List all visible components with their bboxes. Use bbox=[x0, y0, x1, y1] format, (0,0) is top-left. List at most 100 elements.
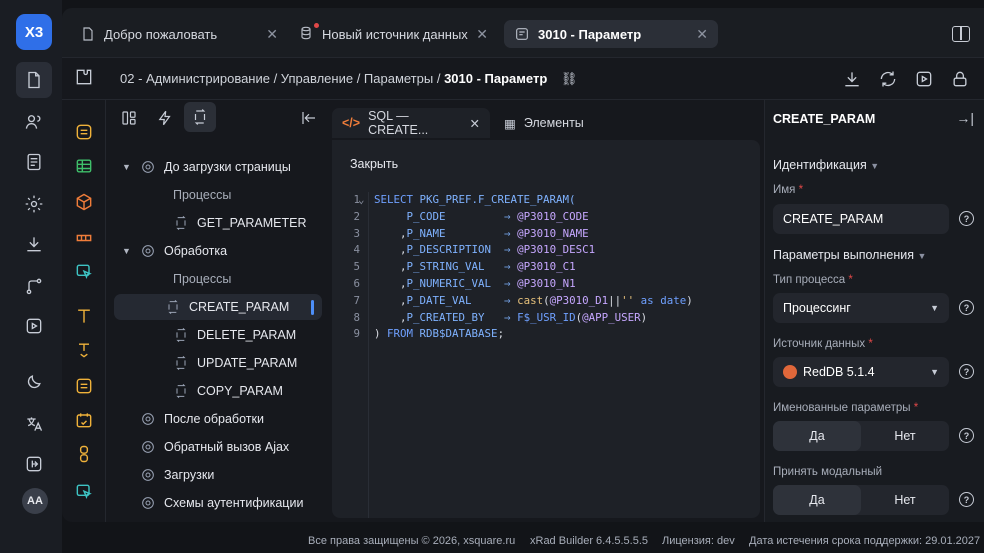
help-icon[interactable]: ? bbox=[959, 211, 974, 226]
datasource-select[interactable]: RedDB 5.1.4 ▼ bbox=[773, 357, 949, 387]
tree-node-update-param[interactable]: UPDATE_PARAM bbox=[173, 350, 297, 376]
breadcrumb-path[interactable]: 02 - Администрирование / Управление / Па… bbox=[120, 71, 444, 86]
status-footer: Все права защищены © 2026, xsquare.ru xR… bbox=[0, 522, 984, 553]
collapse-right-icon[interactable]: →| bbox=[956, 110, 974, 126]
datasource-label: Источник данных * bbox=[773, 338, 873, 350]
support-expiry-text: Дата истечения срока поддержки: 29.01.20… bbox=[749, 535, 981, 547]
refresh-icon[interactable] bbox=[878, 69, 898, 89]
tab-welcome[interactable]: Добро пожаловать ✕ bbox=[70, 20, 288, 48]
text-module-icon[interactable] bbox=[74, 306, 94, 326]
tree-node-label: Схемы аутентификации bbox=[164, 496, 304, 510]
tree-node-delete-param[interactable]: DELETE_PARAM bbox=[173, 322, 296, 348]
named-params-toggle[interactable]: Да Нет bbox=[773, 421, 949, 451]
list-document-icon[interactable] bbox=[20, 148, 48, 176]
documents-icon[interactable] bbox=[16, 62, 52, 98]
license-text: Лицензия: dev bbox=[662, 535, 735, 547]
process-icon bbox=[173, 327, 189, 343]
section-identification[interactable]: Идентификация ▼ bbox=[773, 158, 879, 172]
editor-tab-label: Элементы bbox=[523, 116, 584, 130]
option-yes[interactable]: Да bbox=[773, 421, 861, 451]
cube-module-icon[interactable] bbox=[74, 192, 94, 212]
option-no[interactable]: Нет bbox=[861, 485, 949, 515]
option-yes[interactable]: Да bbox=[773, 485, 861, 515]
tree-node-label: COPY_PARAM bbox=[197, 384, 283, 398]
users-icon[interactable] bbox=[20, 108, 48, 136]
cursor-module-icon[interactable] bbox=[74, 262, 94, 282]
fold-chevron-icon[interactable]: ⌄ bbox=[358, 192, 365, 209]
tree-group-label: Процессы bbox=[173, 272, 232, 286]
process-cycle-icon[interactable] bbox=[184, 102, 216, 132]
help-icon[interactable]: ? bbox=[959, 300, 974, 315]
section-execution-params[interactable]: Параметры выполнения ▼ bbox=[773, 248, 926, 262]
download-icon[interactable] bbox=[20, 230, 48, 258]
database-module-icon[interactable] bbox=[74, 122, 94, 142]
tree-node-ajax-callback[interactable]: Обратный вызов Ajax bbox=[140, 434, 289, 460]
calendar-module-icon[interactable] bbox=[74, 410, 94, 430]
tree-node-create-param[interactable]: CREATE_PARAM bbox=[114, 294, 322, 320]
main-window: Добро пожаловать ✕ Новый источник данных… bbox=[62, 8, 984, 522]
line-number: 5 bbox=[353, 260, 360, 274]
close-icon[interactable]: ✕ bbox=[476, 26, 488, 43]
tab-elements[interactable]: ▦ Элементы bbox=[494, 108, 604, 138]
user-avatar[interactable]: AA bbox=[22, 488, 48, 514]
gear-icon bbox=[140, 495, 156, 511]
git-branch-icon[interactable] bbox=[20, 272, 48, 300]
collapse-left-icon[interactable] bbox=[300, 109, 318, 127]
close-icon[interactable]: ✕ bbox=[470, 116, 480, 131]
tree-group-processes: Процессы bbox=[173, 182, 231, 208]
name-input[interactable]: CREATE_PARAM bbox=[773, 204, 949, 234]
close-icon[interactable]: ✕ bbox=[266, 26, 278, 43]
line-number: 2 bbox=[353, 209, 360, 223]
settings-gear-icon[interactable] bbox=[20, 190, 48, 218]
run-icon[interactable] bbox=[914, 69, 934, 89]
download-icon[interactable] bbox=[842, 69, 862, 89]
split-panel-icon[interactable] bbox=[952, 26, 970, 42]
tab-sql-create[interactable]: </> SQL — CREATE... ✕ bbox=[332, 108, 490, 138]
accept-modal-toggle[interactable]: Да Нет bbox=[773, 485, 949, 515]
help-icon[interactable]: ? bbox=[959, 364, 974, 379]
puzzle-icon[interactable] bbox=[74, 67, 98, 91]
list-module-icon[interactable] bbox=[74, 376, 94, 396]
table-module-icon[interactable] bbox=[74, 156, 94, 176]
select-value: Процессинг bbox=[783, 301, 851, 315]
link-icon[interactable]: ⛓ bbox=[561, 71, 578, 86]
logout-icon[interactable] bbox=[20, 450, 48, 478]
format-module-icon[interactable] bbox=[74, 340, 94, 360]
page-toolbar: 02 - Администрирование / Управление / Па… bbox=[62, 58, 984, 100]
help-icon[interactable]: ? bbox=[959, 428, 974, 443]
layout-icon[interactable] bbox=[120, 109, 138, 127]
link-module-icon[interactable] bbox=[74, 444, 94, 464]
process-icon bbox=[165, 299, 181, 315]
process-type-select[interactable]: Процессинг ▼ bbox=[773, 293, 949, 323]
tree-node-processing[interactable]: ▼ Обработка bbox=[122, 238, 227, 264]
line-number: 1 bbox=[353, 193, 360, 206]
close-icon[interactable]: ✕ bbox=[696, 26, 708, 43]
select-value: RedDB 5.1.4 bbox=[803, 365, 875, 379]
tab-parameter-3010[interactable]: 3010 - Параметр ✕ bbox=[504, 20, 718, 48]
name-field-label: Имя * bbox=[773, 184, 804, 196]
app-logo[interactable]: X3 bbox=[16, 14, 52, 50]
copyright-text[interactable]: Все права защищены © 2026, xsquare.ru bbox=[308, 535, 515, 547]
tab-new-datasource[interactable]: Новый источник данных ✕ bbox=[288, 20, 498, 48]
translate-icon[interactable] bbox=[20, 410, 48, 438]
play-box-icon[interactable] bbox=[20, 312, 48, 340]
selection-indicator bbox=[311, 300, 314, 315]
tree-node-get-parameter[interactable]: GET_PARAMETER bbox=[173, 210, 307, 236]
tree-node-after-processing[interactable]: После обработки bbox=[140, 406, 264, 432]
sql-editor[interactable]: Закрыть 1 2 3 4 5 6 7 8 9 ⌄ SELECT PKG_P… bbox=[332, 140, 760, 518]
tree-node-before-load[interactable]: ▼ До загрузки страницы bbox=[122, 154, 291, 180]
tree-node-copy-param[interactable]: COPY_PARAM bbox=[173, 378, 283, 404]
close-link[interactable]: Закрыть bbox=[350, 157, 398, 171]
lock-icon[interactable] bbox=[950, 69, 970, 89]
tree-node-loads[interactable]: Загрузки bbox=[140, 462, 214, 488]
lightning-icon[interactable] bbox=[156, 109, 174, 127]
option-no[interactable]: Нет bbox=[861, 421, 949, 451]
section-label: Идентификация bbox=[773, 158, 867, 172]
line-number: 3 bbox=[353, 226, 360, 240]
select-module-icon[interactable] bbox=[74, 482, 94, 502]
tree-node-auth-schemes[interactable]: Схемы аутентификации bbox=[140, 490, 303, 516]
help-icon[interactable]: ? bbox=[959, 492, 974, 507]
chain-module-icon[interactable] bbox=[74, 228, 94, 248]
module-icon-column bbox=[62, 100, 106, 522]
moon-theme-icon[interactable] bbox=[20, 368, 48, 396]
